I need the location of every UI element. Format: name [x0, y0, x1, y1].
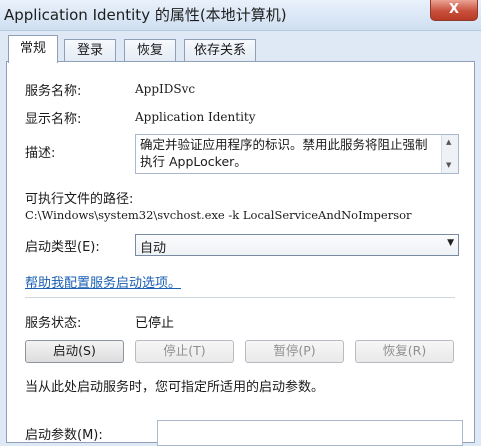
start-button[interactable]: 启动(S): [25, 340, 124, 363]
description-box[interactable]: 确定并验证应用程序的标识。禁用此服务将阻止强制执行 AppLocker。 ▲ ▼: [135, 134, 459, 174]
display-name-label: 显示名称:: [25, 112, 82, 127]
tab-dependencies[interactable]: 依存关系: [184, 39, 256, 62]
stop-button[interactable]: 停止(T): [135, 340, 234, 363]
help-link[interactable]: 帮助我配置服务启动选项。: [25, 272, 181, 291]
path-value: C:\Windows\system32\svchost.exe -k Local…: [25, 208, 412, 222]
tab-recovery[interactable]: 恢复: [124, 39, 176, 62]
resume-button[interactable]: 恢复(R): [355, 340, 454, 363]
tab-general[interactable]: 常规: [8, 35, 58, 63]
description-label: 描述:: [25, 146, 56, 161]
tab-logon[interactable]: 登录: [64, 39, 116, 62]
tab-strip: 常规 登录 恢复 依存关系: [0, 30, 481, 64]
startup-type-value: 自动: [140, 241, 167, 256]
separator: [25, 297, 455, 298]
service-name-value: AppIDSvc: [135, 82, 196, 96]
startup-params-hint: 当从此处启动服务时，您可指定所适用的启动参数。: [25, 380, 325, 395]
display-name-value: Application Identity: [135, 110, 256, 124]
chevron-down-icon: ▼: [447, 238, 454, 248]
description-text: 确定并验证应用程序的标识。禁用此服务将阻止强制执行 AppLocker。: [140, 137, 428, 169]
scroll-down-icon[interactable]: ▼: [446, 161, 451, 169]
startup-type-select[interactable]: 自动 ▼: [135, 234, 459, 256]
path-label: 可执行文件的路径:: [25, 192, 134, 207]
close-icon: X: [448, 2, 460, 17]
general-panel: 服务名称: AppIDSvc 显示名称: Application Identit…: [6, 61, 475, 446]
close-button[interactable]: X: [430, 0, 478, 21]
startup-type-label: 启动类型(E):: [25, 240, 100, 255]
pause-button[interactable]: 暂停(P): [245, 340, 344, 363]
status-value: 已停止: [135, 316, 175, 331]
scroll-up-icon[interactable]: ▲: [446, 138, 451, 146]
params-label: 启动参数(M):: [25, 428, 103, 443]
params-input[interactable]: [157, 420, 463, 446]
window-title: Application Identity 的属性(本地计算机): [4, 6, 287, 24]
title-bar: Application Identity 的属性(本地计算机) X: [0, 0, 481, 31]
service-name-label: 服务名称:: [25, 84, 82, 99]
description-scrollbar[interactable]: ▲ ▼: [441, 135, 458, 173]
status-label: 服务状态:: [25, 316, 82, 331]
